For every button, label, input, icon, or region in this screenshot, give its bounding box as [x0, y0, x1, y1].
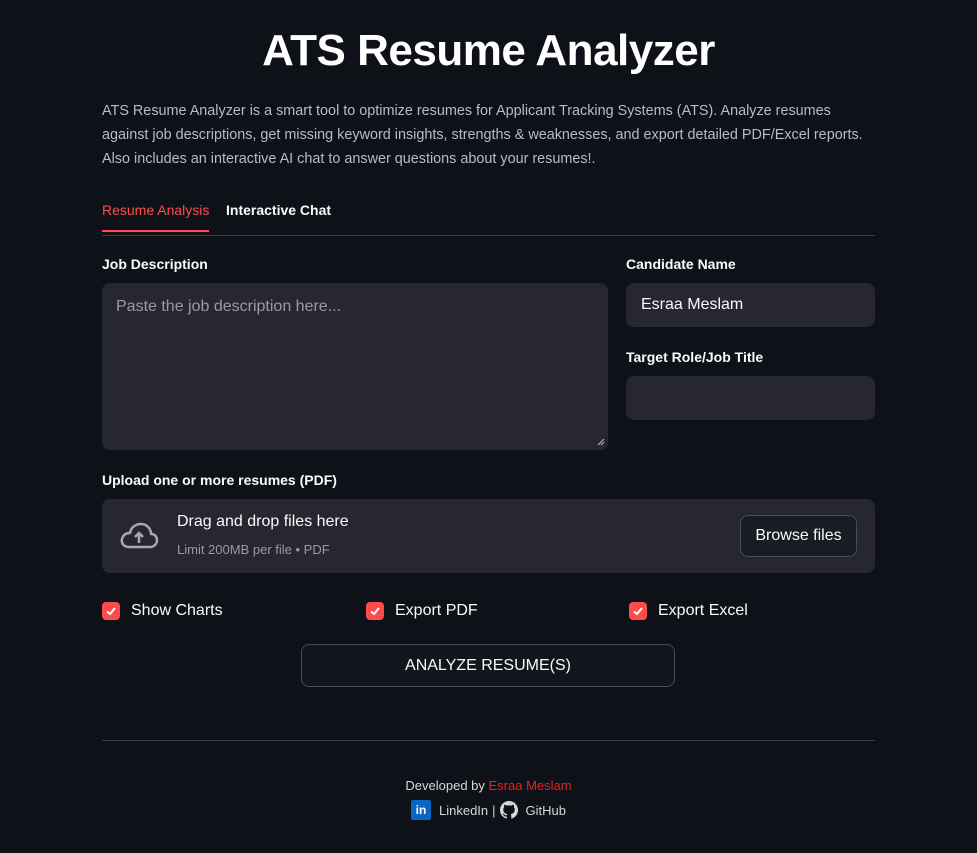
footer-credit: Developed by Esraa Meslam [102, 778, 875, 793]
job-description-label: Job Description [102, 256, 208, 272]
app-description: ATS Resume Analyzer is a smart tool to o… [102, 103, 863, 167]
browse-files-button[interactable]: Browse files [740, 515, 857, 557]
dropzone-limit: Limit 200MB per file • PDF [177, 542, 330, 557]
github-link[interactable]: GitHub [499, 801, 566, 819]
github-label: GitHub [525, 802, 566, 818]
tab-bar: Resume Analysis Interactive Chat [102, 199, 875, 236]
tab-resume-analysis[interactable]: Resume Analysis [102, 202, 210, 232]
footer-divider [102, 740, 875, 741]
tab-interactive-chat[interactable]: Interactive Chat [226, 202, 331, 218]
candidate-name-label: Candidate Name [626, 256, 736, 272]
page-title: ATS Resume Analyzer [262, 26, 715, 75]
author-name: Esraa Meslam [488, 778, 572, 793]
checkbox-checked-icon[interactable] [102, 602, 120, 620]
footer-links: in LinkedIn | GitHub [102, 800, 875, 820]
show-charts-label: Show Charts [131, 602, 223, 619]
target-role-input[interactable] [626, 376, 875, 420]
github-icon [499, 801, 518, 819]
export-pdf-label: Export PDF [395, 602, 478, 619]
target-role-label: Target Role/Job Title [626, 349, 764, 365]
analyze-resume-button[interactable]: ANALYZE RESUME(S) [301, 644, 675, 687]
linkedin-link[interactable]: in LinkedIn [410, 800, 489, 820]
dropzone-title: Drag and drop files here [177, 513, 349, 530]
candidate-name-input[interactable] [626, 283, 875, 327]
export-excel-label: Export Excel [658, 602, 748, 619]
export-pdf-checkbox[interactable]: Export PDF [366, 602, 478, 620]
linkedin-icon: in [410, 800, 431, 820]
file-dropzone[interactable]: Drag and drop files here Limit 200MB per… [102, 499, 875, 573]
link-separator: | [492, 802, 496, 818]
resize-handle-icon[interactable] [597, 438, 605, 446]
checkbox-checked-icon[interactable] [366, 602, 384, 620]
job-description-textarea[interactable] [102, 283, 608, 450]
developed-by-text: Developed by [405, 778, 485, 793]
show-charts-checkbox[interactable]: Show Charts [102, 602, 223, 620]
linkedin-label: LinkedIn [438, 802, 489, 818]
upload-label: Upload one or more resumes (PDF) [102, 472, 337, 488]
export-excel-checkbox[interactable]: Export Excel [629, 602, 748, 620]
checkbox-checked-icon[interactable] [629, 602, 647, 620]
cloud-upload-icon [120, 522, 159, 549]
